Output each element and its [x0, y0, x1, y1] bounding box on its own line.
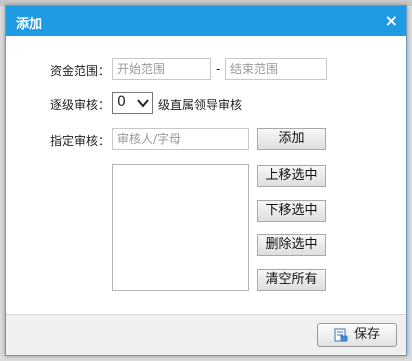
range-start-input[interactable] — [112, 58, 211, 80]
save-button-label: 保存 — [354, 327, 381, 342]
level-select[interactable]: 0 — [112, 92, 153, 114]
range-end-input[interactable] — [225, 58, 327, 80]
reviewer-label: 指定审核： — [50, 134, 111, 148]
save-button[interactable]: 保存 — [317, 323, 397, 347]
add-dialog: 添加 × 资金范围： - 逐级审核： 0 级直属领导审核 指定审核： 添加 上移… — [5, 5, 407, 356]
chevron-down-icon — [137, 99, 149, 108]
reviewer-input[interactable] — [112, 128, 249, 150]
move-up-button[interactable]: 上移选中 — [257, 165, 326, 187]
add-reviewer-button[interactable]: 添加 — [257, 128, 326, 150]
fund-range-label: 资金范围： — [50, 64, 111, 78]
level-suffix-label: 级直属领导审核 — [158, 98, 243, 112]
save-icon — [334, 328, 348, 342]
move-down-button[interactable]: 下移选中 — [257, 200, 326, 222]
range-separator: - — [216, 62, 221, 76]
delete-selected-button[interactable]: 删除选中 — [257, 234, 326, 256]
dialog-titlebar: 添加 × — [6, 6, 406, 36]
dialog-title: 添加 — [16, 17, 43, 32]
level-review-label: 逐级审核： — [50, 98, 111, 112]
clear-all-button[interactable]: 清空所有 — [257, 269, 326, 291]
close-icon[interactable]: × — [385, 11, 398, 30]
reviewer-listbox[interactable] — [112, 164, 249, 291]
level-select-value: 0 — [117, 94, 126, 110]
dialog-footer: 保存 — [6, 314, 406, 355]
